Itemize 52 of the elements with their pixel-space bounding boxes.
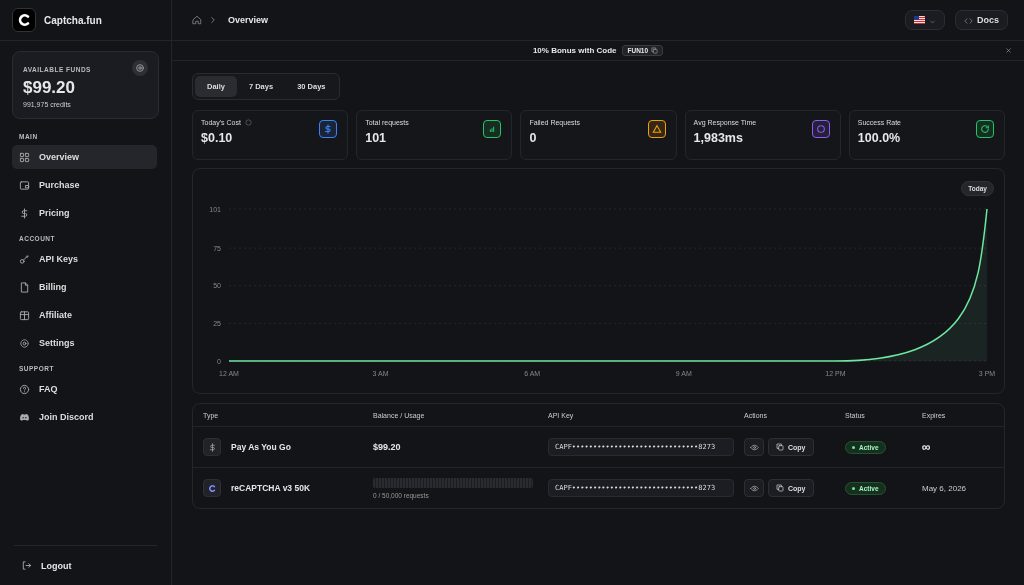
chevron-icon bbox=[208, 15, 218, 25]
brand-name: Captcha.fun bbox=[44, 14, 102, 26]
stat-value: 101 bbox=[365, 131, 388, 145]
table-cell-text: May 6, 2026 bbox=[922, 483, 968, 493]
key-icon bbox=[19, 253, 30, 265]
dollar-icon bbox=[207, 442, 217, 452]
sidebar-item[interactable]: Join Discord bbox=[12, 405, 157, 429]
code-icon bbox=[964, 15, 973, 26]
stat-value: 100.0% bbox=[857, 131, 902, 145]
eye-icon bbox=[749, 442, 759, 452]
copy-icon bbox=[651, 47, 659, 54]
table-cell-text: ∞ bbox=[922, 440, 932, 454]
settings-icon bbox=[19, 337, 30, 349]
target-icon bbox=[135, 63, 145, 73]
logout-icon bbox=[21, 560, 32, 571]
stat-value: 1,983ms bbox=[693, 131, 744, 145]
sidebar-item[interactable]: API Keys bbox=[12, 247, 157, 271]
sidebar-item[interactable]: Settings bbox=[12, 331, 157, 355]
table-cell: reCAPTCHA v3 50K bbox=[231, 483, 311, 493]
logo-icon bbox=[207, 483, 217, 493]
sidebar-item[interactable]: Affiliate bbox=[12, 303, 157, 327]
sidebar-item[interactable]: FAQ bbox=[12, 377, 157, 401]
sidebar-item[interactable]: Overview bbox=[12, 145, 157, 169]
language-button[interactable] bbox=[905, 10, 945, 30]
stat-value: 0 bbox=[529, 131, 538, 145]
copy-icon bbox=[776, 443, 784, 451]
sidebar-item[interactable]: Billing bbox=[12, 275, 157, 299]
sidebar-item[interactable]: Pricing bbox=[12, 201, 157, 225]
funds-amount: $99.20 bbox=[23, 78, 76, 98]
home-icon bbox=[192, 15, 202, 25]
show-button[interactable] bbox=[744, 479, 764, 497]
bonus-text: 10% Bonus with Code bbox=[532, 46, 617, 55]
wallet-icon bbox=[19, 179, 30, 191]
sidebar-item[interactable]: Purchase bbox=[12, 173, 157, 197]
stat-value: $0.10 bbox=[201, 131, 234, 145]
document-icon bbox=[19, 281, 30, 293]
docs-button[interactable]: Docs bbox=[955, 10, 1008, 30]
grid-icon bbox=[19, 151, 30, 163]
show-button[interactable] bbox=[744, 438, 764, 456]
gamepad-icon bbox=[19, 411, 30, 423]
table-cell: $99.20 bbox=[373, 442, 401, 452]
copy-icon bbox=[776, 484, 784, 492]
help-icon bbox=[19, 383, 30, 395]
dollar-icon bbox=[19, 207, 30, 219]
logo-icon bbox=[12, 8, 36, 32]
target-button[interactable] bbox=[132, 60, 148, 76]
flag-icon bbox=[914, 16, 925, 24]
table-cell: Pay As You Go bbox=[231, 442, 291, 452]
breadcrumb[interactable]: Overview bbox=[228, 15, 269, 25]
close-icon bbox=[1005, 47, 1012, 54]
eye-icon bbox=[749, 483, 759, 493]
logout-link[interactable]: Logout bbox=[14, 545, 157, 585]
